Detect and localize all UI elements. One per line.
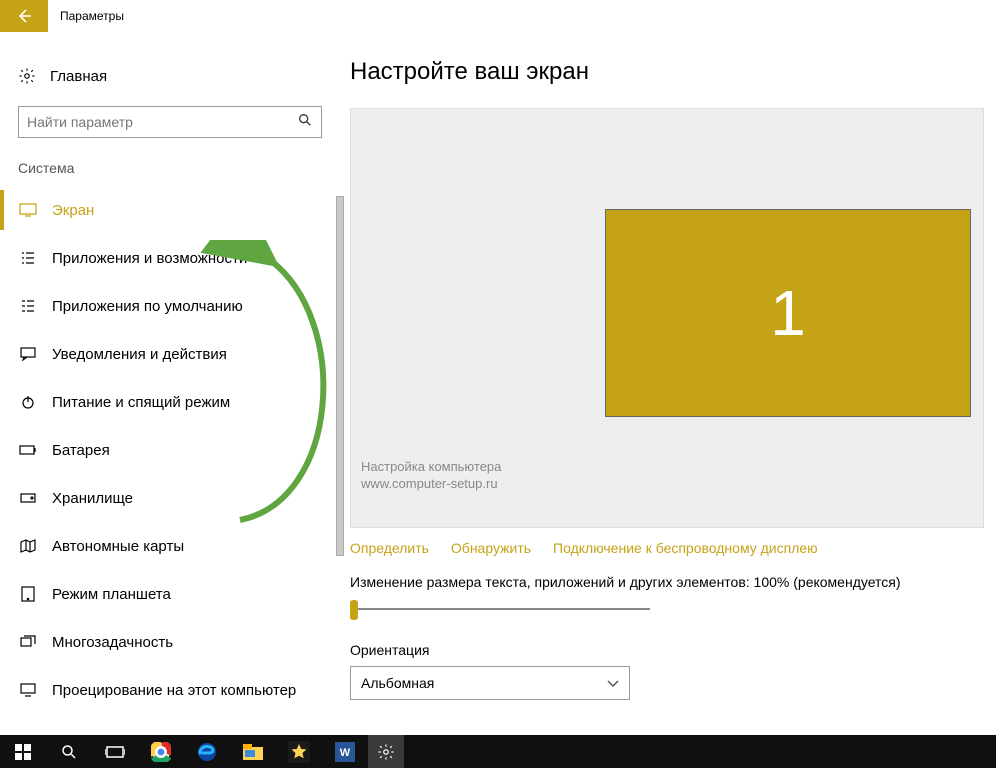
multitask-icon (18, 632, 38, 652)
display-preview: 1 Настройка компьютера www.computer-setu… (350, 108, 984, 528)
sidebar-item-power-sleep[interactable]: Питание и спящий режим (0, 378, 340, 426)
settings-list-icon (18, 296, 38, 316)
sidebar-item-tablet-mode[interactable]: Режим планшета (0, 570, 340, 618)
window-title: Параметры (60, 9, 124, 23)
sidebar-item-label: Режим планшета (52, 586, 171, 603)
sidebar-item-label: Экран (52, 202, 94, 219)
task-view[interactable] (92, 735, 138, 768)
link-identify[interactable]: Определить (350, 540, 429, 556)
tablet-icon (18, 584, 38, 604)
search-input[interactable] (27, 114, 297, 130)
sidebar-item-storage[interactable]: Хранилище (0, 474, 340, 522)
drive-icon (18, 488, 38, 508)
display-links: Определить Обнаружить Подключение к бесп… (350, 540, 976, 556)
taskbar-app-star[interactable] (276, 735, 322, 768)
home-label: Главная (50, 68, 107, 85)
sidebar-item-label: Уведомления и действия (52, 346, 227, 363)
sidebar: Главная Система Экран Приложения и возмо… (0, 32, 340, 735)
sidebar-item-default-apps[interactable]: Приложения по умолчанию (0, 282, 340, 330)
sidebar-item-label: Питание и спящий режим (52, 394, 230, 411)
sidebar-item-notifications[interactable]: Уведомления и действия (0, 330, 340, 378)
sidebar-item-apps-features[interactable]: Приложения и возможности (0, 234, 340, 282)
orientation-label: Ориентация (350, 642, 976, 658)
search-input-box[interactable] (18, 106, 322, 138)
monitor-icon (18, 200, 38, 220)
scrollbar-thumb[interactable] (336, 196, 344, 556)
monitor-number: 1 (770, 276, 806, 350)
sidebar-scrollbar[interactable] (336, 196, 344, 736)
back-button[interactable] (0, 0, 48, 32)
sidebar-item-battery[interactable]: Батарея (0, 426, 340, 474)
sidebar-item-label: Автономные карты (52, 538, 184, 555)
chevron-down-icon (607, 675, 619, 691)
sidebar-item-label: Батарея (52, 442, 110, 459)
titlebar: Параметры (0, 0, 996, 32)
link-wireless[interactable]: Подключение к беспроводному дисплею (553, 540, 818, 556)
taskbar-explorer[interactable] (230, 735, 276, 768)
sidebar-item-multitasking[interactable]: Многозадачность (0, 618, 340, 666)
project-icon (18, 680, 38, 700)
main-content: Настройте ваш экран 1 Настройка компьюте… (350, 32, 996, 735)
start-button[interactable] (0, 735, 46, 768)
scale-slider[interactable] (350, 600, 650, 620)
sidebar-item-label: Хранилище (52, 490, 133, 507)
sidebar-item-label: Проецирование на этот компьютер (52, 682, 296, 699)
monitor-tile-1[interactable]: 1 (605, 209, 971, 417)
watermark: Настройка компьютера www.computer-setup.… (361, 459, 501, 493)
taskbar-word[interactable]: W (322, 735, 368, 768)
search-icon (297, 112, 313, 133)
battery-icon (18, 440, 38, 460)
taskbar: W (0, 735, 996, 768)
orientation-value: Альбомная (361, 675, 434, 691)
sidebar-item-label: Приложения и возможности (52, 250, 247, 267)
list-icon (18, 248, 38, 268)
taskbar-settings[interactable] (368, 735, 404, 768)
sidebar-item-offline-maps[interactable]: Автономные карты (0, 522, 340, 570)
home-link[interactable]: Главная (0, 56, 340, 96)
gear-icon (18, 67, 36, 85)
scale-label: Изменение размера текста, приложений и д… (350, 574, 976, 590)
sidebar-category: Система (0, 154, 340, 186)
slider-track (350, 608, 650, 610)
link-detect[interactable]: Обнаружить (451, 540, 531, 556)
sidebar-item-label: Приложения по умолчанию (52, 298, 243, 315)
slider-thumb[interactable] (350, 600, 358, 620)
page-title: Настройте ваш экран (350, 58, 976, 86)
power-icon (18, 392, 38, 412)
taskbar-edge[interactable] (184, 735, 230, 768)
taskbar-chrome[interactable] (138, 735, 184, 768)
sidebar-item-projecting[interactable]: Проецирование на этот компьютер (0, 666, 340, 714)
svg-text:W: W (340, 747, 351, 759)
orientation-select[interactable]: Альбомная (350, 666, 630, 700)
taskbar-search[interactable] (46, 735, 92, 768)
sidebar-item-label: Многозадачность (52, 634, 173, 651)
chat-icon (18, 344, 38, 364)
sidebar-item-display[interactable]: Экран (0, 186, 340, 234)
map-icon (18, 536, 38, 556)
